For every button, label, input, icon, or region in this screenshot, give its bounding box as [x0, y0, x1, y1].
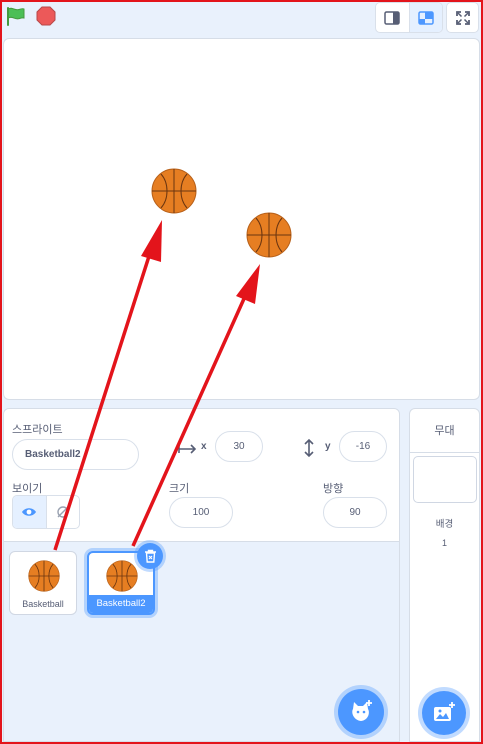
small-stage-button[interactable]: [376, 3, 409, 32]
x-position-icon: [178, 444, 197, 454]
fullscreen-button[interactable]: [446, 2, 479, 33]
stage-canvas[interactable]: [3, 38, 480, 400]
stage-header: [0, 0, 483, 38]
sprite-tile-label: Basketball2: [89, 595, 153, 613]
y-position-icon: [304, 438, 314, 458]
x-label: x: [201, 441, 207, 452]
sprite-name-field[interactable]: Basketball2: [12, 439, 139, 470]
add-sprite-button[interactable]: [338, 689, 384, 735]
small-stage-icon: [384, 10, 401, 25]
add-backdrop-button[interactable]: [422, 691, 466, 735]
size-field[interactable]: 100: [169, 497, 233, 528]
add-sprite-icon: [352, 700, 372, 721]
hide-icon: [57, 506, 69, 518]
sprite-tile-label: Basketball: [22, 599, 64, 609]
sprite-tile[interactable]: Basketball: [9, 551, 77, 615]
show-button[interactable]: [13, 496, 46, 528]
delete-icon: [144, 549, 156, 563]
direction-label: 방향: [323, 483, 344, 495]
x-field[interactable]: 30: [215, 431, 263, 462]
stop-icon[interactable]: [36, 6, 56, 26]
green-flag-icon[interactable]: [4, 5, 26, 27]
size-label: 크기: [169, 483, 190, 495]
basketball2-sprite[interactable]: [246, 212, 292, 258]
backdrops-count: 1: [441, 538, 447, 548]
hide-button[interactable]: [45, 496, 79, 528]
basketball-thumbnail: [28, 560, 60, 592]
sprite-info: 스프라이트 Basketball2 x 30 y -16 보이기 크기 100 …: [4, 409, 399, 542]
normal-stage-button[interactable]: [408, 3, 442, 32]
normal-stage-icon: [418, 10, 434, 25]
sprite-pane: 스프라이트 Basketball2 x 30 y -16 보이기 크기 100 …: [3, 408, 400, 742]
y-field[interactable]: -16: [339, 431, 387, 462]
stage-size-toggle: [375, 2, 443, 33]
visibility-toggle: [12, 495, 80, 529]
show-icon: [22, 508, 37, 516]
fullscreen-icon: [455, 10, 470, 25]
sprite-label: 스프라이트: [12, 424, 63, 436]
show-label: 보이기: [12, 483, 43, 495]
backdrops-label: 배경: [435, 519, 454, 530]
basketball2-thumbnail: [106, 560, 138, 592]
delete-sprite-button[interactable]: [137, 543, 163, 569]
direction-field[interactable]: 90: [323, 497, 387, 528]
stage-selector-title: 무대: [410, 409, 479, 453]
basketball-sprite[interactable]: [151, 168, 197, 214]
add-backdrop-icon: [434, 702, 455, 721]
backdrop-thumbnail[interactable]: [413, 456, 477, 503]
y-label: y: [325, 441, 331, 452]
stage-selector[interactable]: 무대 배경 1: [409, 408, 480, 742]
